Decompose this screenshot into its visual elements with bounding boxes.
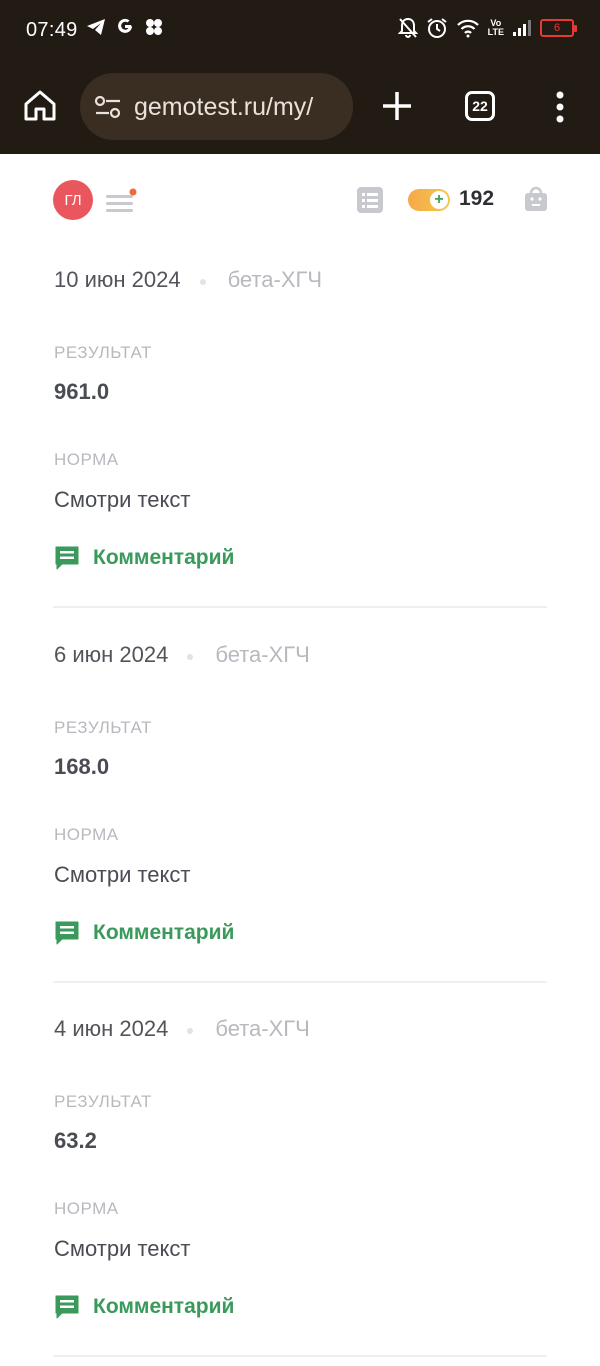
separator-dot: [187, 1028, 194, 1034]
comment-label[interactable]: Комментарий: [93, 1295, 234, 1319]
more-menu-icon[interactable]: [553, 90, 567, 124]
comment-label[interactable]: Комментарий: [93, 921, 234, 945]
bonus-points-toggle[interactable]: +: [408, 189, 450, 211]
result-label: РЕЗУЛЬТАТ: [54, 718, 152, 737]
result-value: 168.0: [54, 754, 110, 779]
result-label: РЕЗУЛЬТАТ: [54, 343, 152, 362]
url-bar[interactable]: gemotest.ru/my/: [80, 73, 353, 140]
status-left-icons: [86, 18, 164, 36]
volte-label: Vo LTE: [487, 18, 504, 37]
norm-value: Смотри текст: [54, 487, 191, 512]
plus-icon: +: [430, 191, 448, 209]
signal-icon: [513, 20, 531, 36]
wifi-icon: [456, 19, 479, 38]
norm-label: НОРМА: [54, 450, 119, 469]
comment-link[interactable]: Комментарий: [54, 1294, 234, 1320]
result-date: 10 июн 2024: [54, 267, 181, 292]
separator-dot: [187, 654, 194, 660]
status-bar: 07:49 Vo LTE 6: [0, 0, 600, 60]
result-date: 4 июн 2024: [54, 1016, 169, 1041]
norm-label: НОРМА: [54, 825, 119, 844]
divider: [53, 606, 547, 608]
browser-chrome: 07:49 Vo LTE 6 gemotest.ru/my/ 22: [0, 0, 600, 154]
norm-label: НОРМА: [54, 1199, 119, 1218]
avatar[interactable]: ГЛ: [53, 180, 93, 220]
tab-switcher-button[interactable]: 22: [465, 91, 495, 121]
bonus-points-count[interactable]: 192: [459, 187, 494, 211]
hamburger-menu-icon[interactable]: [106, 188, 138, 214]
alarm-icon: [427, 18, 447, 38]
url-text[interactable]: gemotest.ru/my/: [134, 93, 313, 122]
result-date: 6 июн 2024: [54, 642, 169, 667]
cart-bag-icon[interactable]: [524, 186, 548, 212]
comment-icon: [55, 1295, 79, 1319]
site-settings-icon[interactable]: [94, 95, 122, 119]
browser-toolbar: gemotest.ru/my/ 22: [0, 60, 600, 154]
test-name: бета-ХГЧ: [215, 642, 310, 667]
result-label: РЕЗУЛЬТАТ: [54, 1092, 152, 1111]
comment-label[interactable]: Комментарий: [93, 546, 234, 570]
test-name: бета-ХГЧ: [227, 267, 323, 292]
comment-link[interactable]: Комментарий: [54, 545, 234, 571]
site-header: ГЛ + 192: [0, 154, 600, 244]
new-tab-icon[interactable]: [380, 89, 414, 123]
google-icon: [118, 18, 132, 33]
app-cluster-icon: [146, 19, 162, 35]
comment-icon: [55, 921, 79, 945]
divider: [53, 981, 547, 983]
orders-list-icon[interactable]: [357, 187, 383, 213]
home-icon[interactable]: [22, 87, 58, 123]
mute-bell-icon: [397, 17, 418, 38]
norm-value: Смотри текст: [54, 1236, 191, 1261]
comment-link[interactable]: Комментарий: [54, 920, 234, 946]
battery-level: 6: [553, 22, 561, 34]
result-value: 961.0: [54, 379, 110, 404]
result-value: 63.2: [54, 1128, 97, 1153]
divider: [53, 1355, 547, 1357]
telegram-icon: [87, 19, 105, 35]
result-card: 10 июн 2024 бета-ХГЧ РЕЗУЛЬТАТ 961.0 НОР…: [0, 249, 600, 624]
status-right-icons: Vo LTE 6: [397, 17, 577, 39]
battery-icon: 6: [540, 19, 577, 37]
test-name: бета-ХГЧ: [215, 1016, 310, 1041]
result-card: 4 июн 2024 бета-ХГЧ РЕЗУЛЬТАТ 63.2 НОРМА…: [0, 998, 600, 1366]
status-time: 07:49: [26, 19, 78, 41]
separator-dot: [199, 279, 206, 285]
norm-value: Смотри текст: [54, 862, 191, 887]
comment-icon: [55, 546, 79, 570]
result-card: 6 июн 2024 бета-ХГЧ РЕЗУЛЬТАТ 168.0 НОРМ…: [0, 624, 600, 999]
